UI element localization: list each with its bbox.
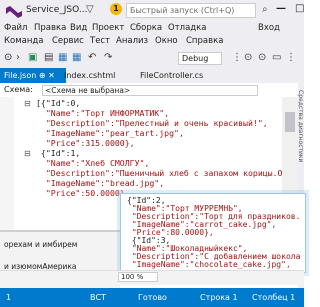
zoom-dropdown[interactable]: 100 % (118, 272, 158, 282)
code-line: "ImageName":"pear_tart.jpg", (36, 128, 184, 138)
filter-icon[interactable]: ▽ (86, 4, 94, 15)
schema-label: Схема: (4, 85, 33, 94)
code-line: {"Id":1, (36, 148, 81, 158)
tab-file-controller[interactable]: FileController.cs (136, 68, 207, 83)
menu-project[interactable]: Проект (92, 23, 124, 33)
collapse-icon[interactable]: ⊟ (24, 149, 31, 158)
visual-studio-logo-icon (6, 6, 22, 18)
scrollbar-thumb[interactable] (285, 112, 295, 132)
forward-icon[interactable]: › (16, 52, 20, 63)
menu-test[interactable]: Тест (90, 36, 110, 46)
menu-debug[interactable]: Отладка (168, 23, 207, 33)
notification-badge[interactable]: 1 (110, 3, 122, 15)
undo-icon[interactable]: ↶ (88, 52, 96, 63)
status-bar: 1 ВСТ Готово Строка 1 Столбец 1 (0, 288, 304, 307)
toolbar: ⊙ › ▣ ▤ ▦ ▦ ↶ ↷ ⋮ ⊙ ⊙ ▭ ⋮ (0, 50, 304, 69)
code-line: "Price":315.0000}, (36, 138, 135, 148)
toolbar-extra3-icon[interactable]: ▭ (272, 52, 281, 63)
menu-edit[interactable]: Правка (34, 23, 66, 33)
redo-icon[interactable]: ↷ (104, 52, 112, 63)
menu-build[interactable]: Сборка (130, 23, 162, 33)
minimize-button[interactable]: — (276, 3, 286, 14)
code-line: "Name":"Торт ИНФОРМАТИК", (36, 108, 170, 118)
tab-file-json[interactable]: File.json ⊕ ✕ (0, 68, 66, 83)
menu-view[interactable]: Вид (70, 23, 87, 33)
diagnostic-tools-tab[interactable]: Средства диагностики (297, 90, 304, 162)
toolbar-option-icon[interactable]: ⋮ (232, 52, 242, 63)
menu-signin[interactable]: Вход (258, 23, 280, 33)
status-line-count: 1 (6, 293, 12, 302)
schema-dropdown[interactable]: <Схема не выбрана> (42, 85, 258, 96)
code-line: "ImageName":"bread.jpg", (36, 178, 165, 188)
tab-index-cshtml[interactable]: Index.cshtml (60, 68, 119, 83)
toolbar-extra2-icon[interactable]: ⊙ (258, 52, 266, 63)
back-icon[interactable]: ⊙ (4, 52, 12, 63)
code-line: [{"Id":0, (36, 98, 81, 108)
menu-window[interactable]: Окно (155, 36, 178, 46)
code-line: "Price":50.0000}, (36, 188, 130, 198)
quick-launch-input[interactable]: Быстрый запуск (Ctrl+Q) (126, 3, 256, 18)
collapse-icon[interactable]: ⊟ (24, 99, 31, 108)
menu-help[interactable]: Справка (186, 36, 223, 46)
status-ready: Готово (138, 293, 167, 302)
menu-team[interactable]: Команда (4, 36, 44, 46)
save-all-icon[interactable]: ▦ (72, 52, 81, 63)
search-icon[interactable]: ⌕ (262, 4, 268, 15)
window-title: Service_JSO... (26, 5, 88, 15)
code-line: "Name":"Хлеб СМОЛГУ", (36, 158, 150, 168)
status-row: Строка 1 (200, 293, 238, 302)
open-icon[interactable]: ▤ (44, 52, 53, 63)
menu-tools[interactable]: Сервис (52, 36, 84, 46)
new-project-icon[interactable]: ▣ (28, 52, 37, 63)
peek-definition-popup[interactable]: {"Id":2, "Name":"Торт МУРРЕМНЬ", "Descri… (120, 193, 306, 273)
maximize-button[interactable]: □ (295, 3, 304, 14)
status-insert-mode: ВСТ (90, 293, 106, 302)
toolbar-extra-icon[interactable]: ⊙ (244, 52, 252, 63)
menu-bar: Файл Правка Вид Проект Сборка Отладка Вх… (0, 22, 304, 50)
popup-line: "ImageName":"chocolate_cake.jpg", (127, 260, 291, 269)
output-text: орехам и имбирем (4, 240, 78, 249)
status-column: Столбец 1 (252, 293, 296, 302)
code-line: "Description":"Прелестный и очень красив… (36, 118, 268, 128)
save-icon[interactable]: ▦ (58, 52, 67, 63)
toolbar-extra4-icon[interactable]: ⋮ (286, 52, 296, 63)
menu-analyze[interactable]: Анализ (116, 36, 148, 46)
solution-configuration-dropdown[interactable]: Debug (178, 52, 222, 65)
document-tab-bar: File.json ⊕ ✕ Index.cshtml FileControlle… (0, 68, 298, 83)
menu-file[interactable]: Файл (4, 23, 27, 33)
code-line: "Description":"Пшеничный хлеб с запахом … (36, 168, 282, 178)
